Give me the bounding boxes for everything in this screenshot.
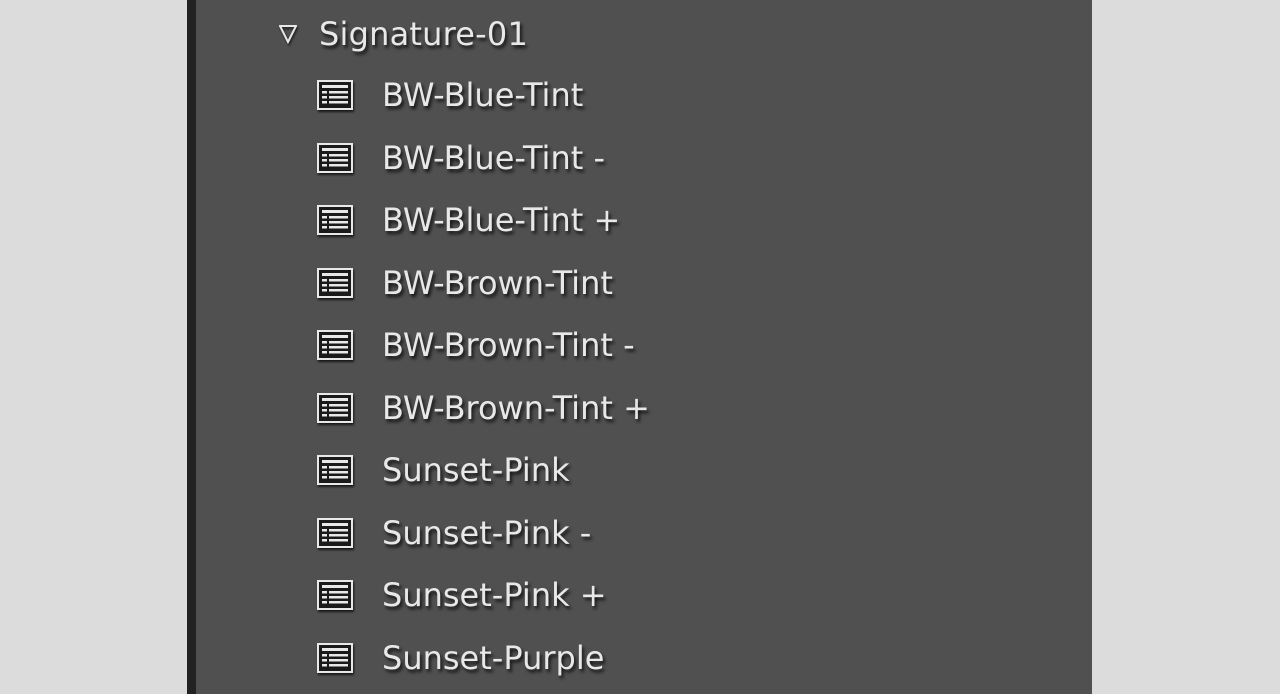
preset-item[interactable]: Sunset-Purple: [196, 627, 1092, 690]
preset-folder-signature-01[interactable]: Signature-01: [279, 12, 528, 56]
preset-label: BW-Blue-Tint: [382, 76, 584, 115]
preset-icon: [317, 80, 353, 111]
preset-label: Sunset-Purple: [382, 638, 605, 677]
preset-label: BW-Brown-Tint: [382, 263, 613, 302]
preset-folder-label: Signature-01: [319, 15, 529, 53]
preset-item[interactable]: Sunset-Pink +: [196, 564, 1092, 627]
preset-label: Sunset-Pink: [382, 451, 570, 490]
preset-item[interactable]: BW-Brown-Tint -: [196, 314, 1092, 377]
preset-label: Sunset-Pink +: [382, 576, 607, 615]
preset-label: BW-Blue-Tint -: [382, 138, 605, 177]
presets-panel: Signature-01 BW-Blue-Tint BW-Blue-Tint -…: [187, 0, 1092, 694]
preset-icon: [317, 517, 353, 548]
preset-icon: [317, 330, 353, 361]
preset-label: BW-Brown-Tint -: [382, 326, 635, 365]
preset-item[interactable]: Sunset-Pink: [196, 439, 1092, 502]
preset-item[interactable]: BW-Brown-Tint +: [196, 377, 1092, 440]
preset-item[interactable]: BW-Brown-Tint: [196, 252, 1092, 315]
preset-icon: [317, 205, 353, 236]
preset-list: BW-Blue-Tint BW-Blue-Tint - BW-Blue-Tint…: [196, 64, 1092, 689]
preset-icon: [317, 392, 353, 423]
preset-label: Sunset-Pink -: [382, 513, 592, 552]
preset-item[interactable]: BW-Blue-Tint -: [196, 127, 1092, 190]
preset-item[interactable]: Sunset-Pink -: [196, 502, 1092, 565]
preset-icon: [317, 455, 353, 486]
disclosure-triangle-down-icon[interactable]: [279, 24, 297, 44]
preset-icon: [317, 267, 353, 298]
preset-icon: [317, 642, 353, 673]
preset-item[interactable]: BW-Blue-Tint: [196, 64, 1092, 127]
preset-icon: [317, 142, 353, 173]
preset-icon: [317, 580, 353, 611]
preset-label: BW-Brown-Tint +: [382, 388, 650, 427]
preset-label: BW-Blue-Tint +: [382, 201, 621, 240]
preset-item[interactable]: BW-Blue-Tint +: [196, 189, 1092, 252]
page: Signature-01 BW-Blue-Tint BW-Blue-Tint -…: [0, 0, 1280, 694]
